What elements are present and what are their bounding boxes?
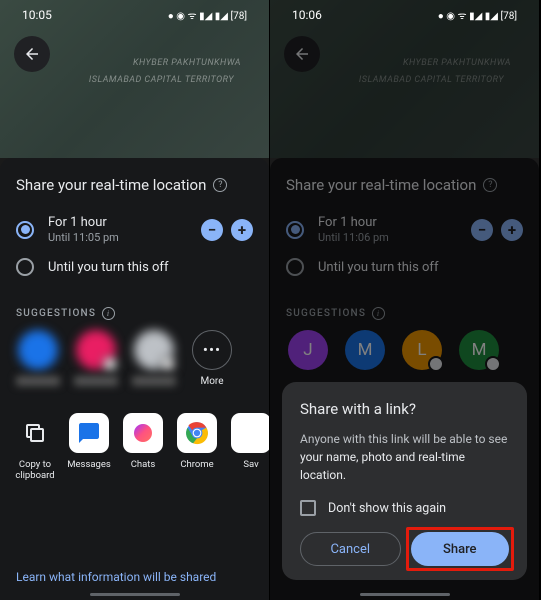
avatar (76, 330, 116, 370)
suggestion-contact[interactable] (132, 330, 176, 386)
clock: 10:06 (292, 8, 322, 22)
app-copy[interactable]: Copy to clipboard (8, 413, 62, 482)
contact-avatar: M (459, 330, 499, 370)
suggestions-label: SUGGESTIONS (16, 308, 96, 319)
radio-unchecked-icon (286, 258, 304, 276)
avatar (134, 330, 174, 370)
info-icon: i (372, 307, 385, 320)
share-dialog: Share with a link? Anyone with this link… (282, 382, 527, 580)
app-save[interactable]: Sav (224, 413, 269, 482)
back-button[interactable] (14, 36, 50, 72)
option-indefinite: Until you turn this off (270, 251, 539, 283)
more-icon: ••• (192, 330, 232, 370)
avatar-label (74, 376, 118, 386)
arrow-left-icon (293, 45, 311, 63)
plus-button: + (501, 219, 523, 241)
radio-checked-icon (286, 221, 304, 239)
app-messages[interactable]: Messages (62, 413, 116, 482)
checkbox-label: Don't show this again (328, 501, 446, 516)
app-icon (231, 413, 269, 453)
contact-avatar: M (345, 330, 385, 370)
contact-avatar: J (288, 330, 328, 370)
chrome-icon (177, 413, 217, 453)
option-indefinite[interactable]: Until you turn this off (0, 251, 269, 283)
map-region-label: ISLAMABAD CAPITAL TERRITORY (89, 75, 234, 85)
radio-unchecked-icon[interactable] (16, 258, 34, 276)
app-label: Chrome (180, 459, 213, 470)
option-duration: For 1 hour Until 11:06 pm − + (270, 208, 539, 251)
help-icon: ? (483, 178, 497, 192)
avatar (18, 330, 58, 370)
map-region-label: ISLAMABAD CAPITAL TERRITORY (359, 75, 504, 85)
suggestions-label: SUGGESTIONS (286, 308, 366, 319)
status-bar: 10:06 ● ◉ ᯤ ▮◢ ▮◢ [78] (270, 6, 539, 24)
minus-button[interactable]: − (201, 219, 223, 241)
minus-button: − (471, 219, 493, 241)
radio-checked-icon[interactable] (16, 221, 34, 239)
back-button[interactable] (284, 36, 320, 72)
more-suggestions[interactable]: ••• More (190, 330, 234, 387)
copy-icon (15, 413, 55, 453)
info-icon[interactable]: i (102, 307, 115, 320)
option-duration[interactable]: For 1 hour Until 11:05 pm − + (0, 208, 269, 251)
app-label: Chats (131, 459, 156, 470)
app-chats[interactable]: Chats (116, 413, 170, 482)
screen-right: KHYBER PAKHTUNKHWA ISLAMABAD CAPITAL TER… (270, 0, 540, 600)
avatar-label (132, 376, 176, 386)
checkbox-icon[interactable] (300, 500, 316, 516)
plus-button[interactable]: + (231, 219, 253, 241)
screen-left: KHYBER PAKHTUNKHWA ISLAMABAD CAPITAL TER… (0, 0, 270, 600)
app-label: Messages (67, 459, 111, 470)
cancel-button[interactable]: Cancel (300, 532, 401, 566)
dialog-title: Share with a link? (300, 400, 509, 418)
nav-bar[interactable] (90, 593, 180, 596)
app-label: Copy to clipboard (8, 459, 62, 482)
sheet-title: Share your real-time location (286, 176, 476, 194)
suggestion-contact[interactable] (16, 330, 60, 386)
status-icons: ● ◉ ᯤ ▮◢ ▮◢ [78] (438, 8, 517, 22)
dialog-body: Anyone with this link will be able to se… (300, 430, 509, 484)
contact-avatar: L (402, 330, 442, 370)
app-chrome[interactable]: Chrome (170, 413, 224, 482)
messages-icon (69, 413, 109, 453)
option-label: Until you turn this off (318, 260, 523, 275)
map-region-label: KHYBER PAKHTUNKHWA (133, 58, 241, 68)
learn-more-link[interactable]: Learn what information will be shared (16, 570, 216, 584)
suggestion-contact[interactable] (74, 330, 118, 386)
status-icons: ● ◉ ᯤ ▮◢ ▮◢ [78] (168, 8, 247, 22)
app-label: Sav (243, 459, 258, 470)
map-region-label: KHYBER PAKHTUNKHWA (403, 58, 511, 68)
arrow-left-icon (23, 45, 41, 63)
option-label: Until you turn this off (48, 260, 253, 275)
chats-icon (123, 413, 163, 453)
sheet-title: Share your real-time location (16, 176, 206, 194)
help-icon[interactable]: ? (213, 178, 227, 192)
dont-show-again[interactable]: Don't show this again (300, 500, 509, 516)
highlight-box (406, 527, 515, 571)
share-sheet: Share your real-time location ? For 1 ho… (0, 158, 269, 600)
status-bar: 10:05 ● ◉ ᯤ ▮◢ ▮◢ [78] (0, 6, 269, 24)
avatar-label (16, 376, 60, 386)
nav-bar[interactable] (360, 593, 450, 596)
clock: 10:05 (22, 8, 52, 22)
more-label: More (200, 376, 223, 387)
